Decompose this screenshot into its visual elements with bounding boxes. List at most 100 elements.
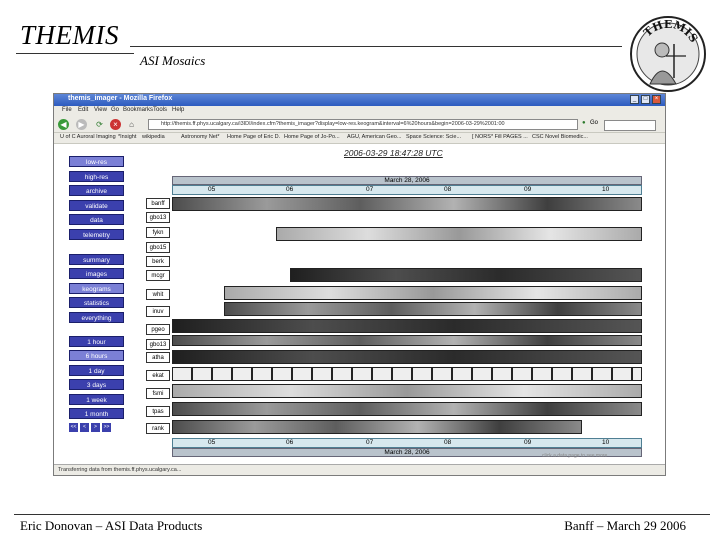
station-label[interactable]: gbo15 bbox=[146, 242, 170, 253]
station-label[interactable]: mcgr bbox=[146, 270, 170, 281]
1-week-button[interactable]: 1 week bbox=[69, 394, 124, 405]
high-res-button[interactable]: high-res bbox=[69, 171, 124, 182]
search-input[interactable] bbox=[604, 120, 656, 131]
prev-page-button[interactable]: < bbox=[80, 423, 89, 432]
menu-help[interactable]: Help bbox=[172, 107, 184, 113]
stop-icon[interactable]: × bbox=[110, 119, 121, 130]
station-label[interactable]: inuv bbox=[146, 306, 170, 317]
slide-subtitle: ASI Mosaics bbox=[140, 53, 206, 68]
forward-icon[interactable]: ▶ bbox=[76, 119, 87, 130]
6-hours-button[interactable]: 6 hours bbox=[69, 350, 124, 361]
menu-tools[interactable]: Tools bbox=[153, 107, 167, 113]
keogram-strip[interactable] bbox=[172, 335, 642, 346]
keogram-strip[interactable] bbox=[290, 268, 642, 282]
hour-axis-top bbox=[172, 185, 642, 195]
keogram-strip[interactable] bbox=[172, 420, 582, 434]
hour-label: 10 bbox=[602, 439, 610, 446]
title-underline bbox=[16, 53, 134, 54]
keogram-strip[interactable] bbox=[172, 350, 642, 364]
everything-button[interactable]: everything bbox=[69, 312, 124, 323]
keogram-strip[interactable] bbox=[172, 384, 642, 398]
hour-label: 06 bbox=[286, 439, 294, 446]
data-button[interactable]: data bbox=[69, 214, 124, 225]
telemetry-button[interactable]: telemetry bbox=[69, 229, 124, 240]
bookmark-item[interactable]: [ NORS* Fill PAGES ... bbox=[472, 134, 528, 140]
keogram-strip[interactable] bbox=[172, 319, 642, 333]
keogram-strip[interactable] bbox=[172, 197, 642, 211]
bookmark-item[interactable]: Astronomy Net* bbox=[181, 134, 220, 140]
back-icon[interactable]: ◀ bbox=[58, 119, 69, 130]
keogram-strip[interactable] bbox=[224, 302, 642, 316]
next-page-button[interactable]: > bbox=[91, 423, 100, 432]
bookmark-item[interactable]: wikipedia bbox=[142, 134, 165, 140]
station-label[interactable]: fykn bbox=[146, 227, 170, 238]
timestamp-title: 2006-03-29 18:47:28 UTC bbox=[344, 148, 443, 158]
menu-view[interactable]: View bbox=[94, 107, 107, 113]
station-label[interactable]: rank bbox=[146, 423, 170, 434]
1-hour-button[interactable]: 1 hour bbox=[69, 336, 124, 347]
go-button[interactable]: Go bbox=[590, 120, 598, 126]
menu-bookmarks[interactable]: Bookmarks bbox=[123, 107, 153, 113]
station-label[interactable]: berk bbox=[146, 256, 170, 267]
footer-rule bbox=[14, 514, 710, 515]
station-label[interactable]: fsmi bbox=[146, 388, 170, 399]
hour-label: 09 bbox=[524, 186, 532, 193]
1-day-button[interactable]: 1 day bbox=[69, 365, 124, 376]
bookmark-item[interactable]: U of C Auroral Imaging bbox=[60, 134, 116, 140]
station-label[interactable]: tpas bbox=[146, 406, 170, 417]
home-icon[interactable]: ⌂ bbox=[126, 119, 137, 130]
keogram-strip[interactable] bbox=[276, 227, 642, 241]
station-label[interactable]: ekat bbox=[146, 370, 170, 381]
first-page-button[interactable]: << bbox=[69, 423, 78, 432]
go-icon[interactable]: ● bbox=[582, 120, 586, 126]
bookmark-item[interactable]: Space Science: Scie... bbox=[406, 134, 461, 140]
menu-edit[interactable]: Edit bbox=[78, 107, 88, 113]
keogram-strip[interactable] bbox=[172, 367, 642, 381]
station-label[interactable]: gbo13 bbox=[146, 339, 170, 350]
archive-button[interactable]: archive bbox=[69, 185, 124, 196]
title-rule bbox=[130, 46, 622, 47]
last-page-button[interactable]: >> bbox=[102, 423, 111, 432]
date-band-top: March 28, 2006 bbox=[172, 176, 642, 185]
station-label[interactable]: banff bbox=[146, 198, 170, 209]
station-label[interactable]: whit bbox=[146, 289, 170, 300]
menu-file[interactable]: File bbox=[62, 107, 72, 113]
slide-title: THEMIS bbox=[20, 20, 119, 50]
validate-button[interactable]: validate bbox=[69, 200, 124, 211]
keogram-strip[interactable] bbox=[224, 286, 642, 300]
low-res-button[interactable]: low-res bbox=[69, 156, 124, 167]
close-button[interactable]: × bbox=[652, 95, 661, 104]
address-bar[interactable]: http://themis.ff.phys.ucalgary.ca/i3IDI/… bbox=[148, 119, 578, 130]
3-days-button[interactable]: 3 days bbox=[69, 379, 124, 390]
station-label[interactable]: pgeo bbox=[146, 324, 170, 335]
maximize-button[interactable]: □ bbox=[641, 95, 650, 104]
hour-label: 08 bbox=[444, 186, 452, 193]
minimize-button[interactable]: _ bbox=[630, 95, 639, 104]
hour-label: 09 bbox=[524, 439, 532, 446]
summary-button[interactable]: summary bbox=[69, 254, 124, 265]
menu-go[interactable]: Go bbox=[111, 107, 119, 113]
keograms-button[interactable]: keograms bbox=[69, 283, 124, 294]
hour-axis-bottom bbox=[172, 438, 642, 448]
status-bar: Transferring data from themis.ff.phys.uc… bbox=[54, 464, 665, 475]
reload-icon[interactable]: ⟳ bbox=[94, 119, 105, 130]
bookmark-item[interactable]: *Insight bbox=[118, 134, 136, 140]
bookmark-item[interactable]: CSC Novel Biomedic... bbox=[532, 134, 588, 140]
station-label[interactable]: atha bbox=[146, 352, 170, 363]
themis-logo: THEMIS bbox=[630, 16, 706, 92]
station-label[interactable]: gbo13 bbox=[146, 212, 170, 223]
browser-window: themis_imager - Mozilla Firefox _ □ × Fi… bbox=[53, 93, 666, 476]
statistics-button[interactable]: statistics bbox=[69, 297, 124, 308]
keogram-strip[interactable] bbox=[172, 402, 642, 416]
window-title: themis_imager - Mozilla Firefox bbox=[68, 95, 173, 102]
page-content: 2006-03-29 18:47:28 UTC low-res high-res… bbox=[54, 144, 665, 464]
page-footnote: click a data page to see more bbox=[542, 453, 608, 459]
1-month-button[interactable]: 1 month bbox=[69, 408, 124, 419]
footer-right: Banff – March 29 2006 bbox=[564, 518, 686, 533]
hour-label: 07 bbox=[366, 186, 374, 193]
bookmark-item[interactable]: Home Page of Eric D. bbox=[227, 134, 280, 140]
images-button[interactable]: images bbox=[69, 268, 124, 279]
hour-label: 05 bbox=[208, 186, 216, 193]
bookmark-item[interactable]: Home Page of Jo-Po... bbox=[284, 134, 340, 140]
bookmark-item[interactable]: AGU, American Geo... bbox=[347, 134, 401, 140]
